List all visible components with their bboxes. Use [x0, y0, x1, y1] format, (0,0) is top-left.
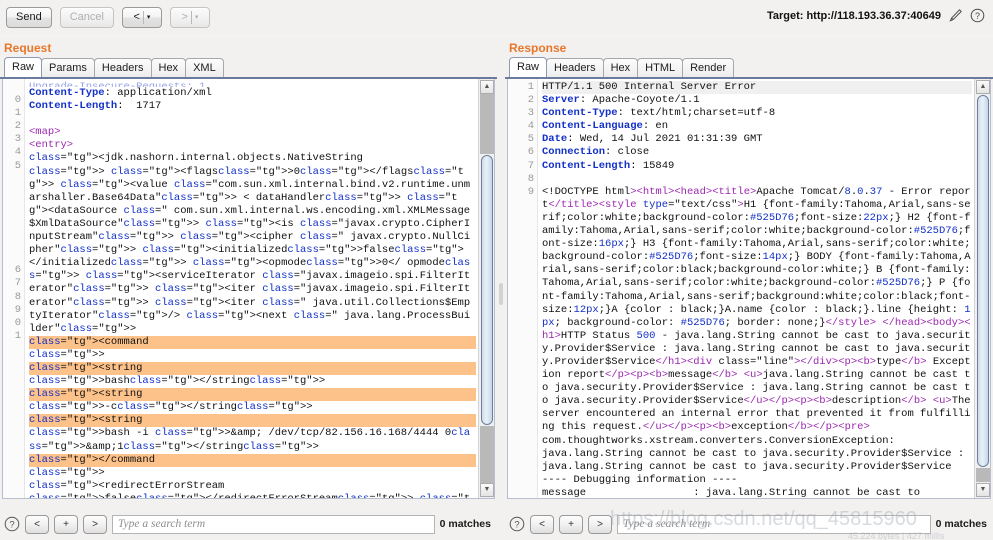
match-count-label: 0 matches [439, 518, 491, 530]
request-code[interactable]: Upgrade-Insecure-Requests: 1 Content-Type… [25, 79, 478, 498]
request-pane-title: Request [4, 41, 52, 55]
request-pane: Request Raw Params Headers Hex XML 01234… [0, 38, 497, 540]
scroll-thumb[interactable] [481, 155, 493, 425]
scroll-up-icon[interactable]: ▲ [480, 80, 494, 94]
scroll-down-icon[interactable]: ▼ [976, 483, 990, 497]
help-icon[interactable]: ? [509, 516, 525, 532]
response-tabstrip: Raw Headers Hex HTML Render [505, 57, 993, 79]
response-pane-title: Response [509, 41, 567, 55]
response-line-gutter: 123456789101112 [508, 79, 538, 498]
search-add-button[interactable]: + [54, 514, 78, 534]
response-code-scroll: 123456789101112 HTTP/1.1 500 Internal Se… [508, 79, 974, 498]
tab-hex[interactable]: Hex [150, 58, 187, 77]
search-prev-button[interactable]: < [530, 514, 554, 534]
response-search-bar: ? < + > 0 matches [507, 510, 991, 538]
tab-hex[interactable]: Hex [602, 58, 639, 77]
scroll-track-above[interactable] [480, 94, 494, 154]
history-back-button[interactable]: < ▾ [121, 6, 162, 28]
chevron-left-icon: < [133, 10, 140, 23]
history-forward-button[interactable]: > ▾ [169, 6, 210, 28]
tab-xml[interactable]: XML [185, 58, 224, 77]
request-line-gutter: 012345678901 [3, 79, 25, 498]
svg-text:?: ? [514, 520, 519, 531]
scroll-track-below[interactable] [480, 426, 494, 483]
scroll-up-icon[interactable]: ▲ [976, 80, 990, 94]
scroll-thumb[interactable] [977, 95, 989, 467]
tab-params[interactable]: Params [41, 58, 95, 77]
request-code-scroll: 012345678901 Upgrade-Insecure-Requests: … [3, 79, 478, 498]
request-search-bar: ? < + > 0 matches [2, 510, 495, 538]
tab-headers[interactable]: Headers [546, 58, 604, 77]
chevron-right-icon: > [181, 10, 188, 23]
response-pane: Response Raw Headers Hex HTML Render 123… [505, 38, 993, 540]
request-vertical-scrollbar[interactable]: ▲ ▼ [478, 79, 494, 498]
cancel-button[interactable]: Cancel [59, 6, 114, 28]
request-editor[interactable]: 012345678901 Upgrade-Insecure-Requests: … [2, 79, 495, 499]
search-prev-button[interactable]: < [25, 514, 49, 534]
tab-raw[interactable]: Raw [509, 57, 548, 77]
svg-text:?: ? [975, 11, 980, 21]
divider [142, 10, 144, 24]
search-input[interactable] [112, 514, 435, 534]
scroll-track-below[interactable] [976, 468, 990, 482]
request-tabstrip: Raw Params Headers Hex XML [0, 57, 497, 79]
chevron-down-icon: ▾ [146, 13, 151, 21]
pane-splitter[interactable] [498, 38, 504, 540]
match-count-label: 0 matches [935, 518, 987, 530]
tab-raw[interactable]: Raw [4, 57, 43, 77]
tab-html[interactable]: HTML [637, 58, 684, 77]
target-area: Target: http://118.193.36.37:40649 ? [767, 8, 985, 23]
splitter-grip[interactable] [499, 283, 503, 305]
response-editor[interactable]: 123456789101112 HTTP/1.1 500 Internal Se… [507, 79, 991, 499]
pencil-icon[interactable] [948, 8, 963, 23]
target-label: Target: http://118.193.36.37:40649 [766, 9, 941, 22]
search-input[interactable] [617, 514, 931, 534]
tab-render[interactable]: Render [682, 58, 735, 77]
tab-headers[interactable]: Headers [93, 58, 152, 77]
scroll-down-icon[interactable]: ▼ [480, 483, 494, 497]
search-add-button[interactable]: + [559, 514, 583, 534]
response-vertical-scrollbar[interactable]: ▲ ▼ [974, 79, 990, 498]
svg-text:?: ? [9, 520, 14, 531]
help-icon[interactable]: ? [970, 8, 985, 23]
help-icon[interactable]: ? [4, 516, 20, 532]
search-next-button[interactable]: > [588, 514, 612, 534]
burp-repeater-window: Send Cancel < ▾ > ▾ Target: http://118.1… [0, 0, 993, 540]
chevron-down-icon: ▾ [194, 13, 199, 21]
search-next-button[interactable]: > [83, 514, 107, 534]
top-toolbar: Send Cancel < ▾ > ▾ Target: http://118.1… [0, 0, 993, 34]
response-code[interactable]: HTTP/1.1 500 Internal Server Error Server… [538, 79, 974, 498]
divider [190, 10, 192, 24]
send-button[interactable]: Send [6, 6, 52, 28]
